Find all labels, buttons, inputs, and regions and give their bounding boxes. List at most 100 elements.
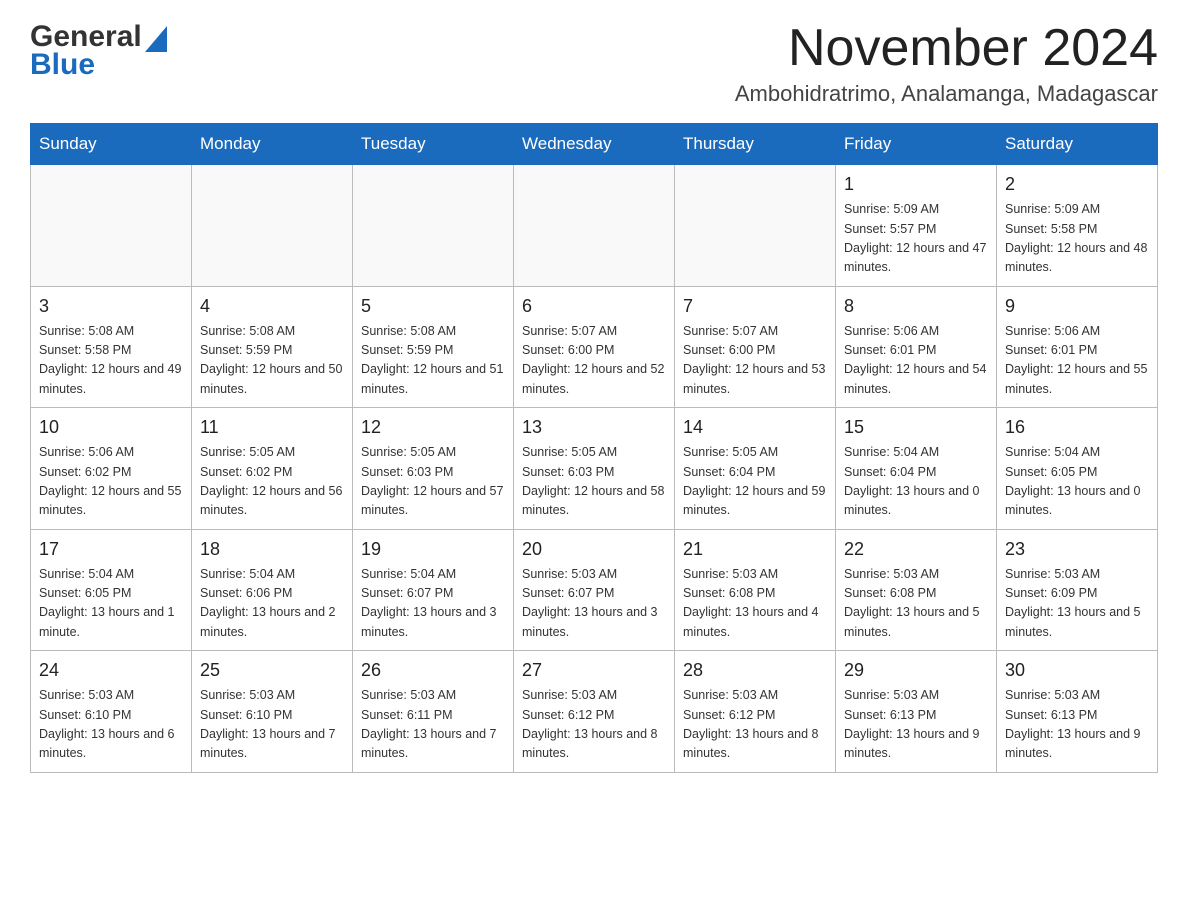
weekday-header-row: SundayMondayTuesdayWednesdayThursdayFrid…	[31, 124, 1158, 165]
day-info: Sunrise: 5:03 AM Sunset: 6:07 PM Dayligh…	[522, 565, 666, 643]
day-info: Sunrise: 5:04 AM Sunset: 6:06 PM Dayligh…	[200, 565, 344, 643]
calendar-cell: 28Sunrise: 5:03 AM Sunset: 6:12 PM Dayli…	[675, 651, 836, 773]
calendar-cell: 9Sunrise: 5:06 AM Sunset: 6:01 PM Daylig…	[997, 286, 1158, 408]
day-number: 17	[39, 536, 183, 563]
day-number: 12	[361, 414, 505, 441]
day-number: 21	[683, 536, 827, 563]
day-number: 29	[844, 657, 988, 684]
calendar-cell: 26Sunrise: 5:03 AM Sunset: 6:11 PM Dayli…	[353, 651, 514, 773]
day-info: Sunrise: 5:03 AM Sunset: 6:10 PM Dayligh…	[39, 686, 183, 764]
day-number: 5	[361, 293, 505, 320]
day-number: 15	[844, 414, 988, 441]
day-info: Sunrise: 5:03 AM Sunset: 6:10 PM Dayligh…	[200, 686, 344, 764]
day-number: 27	[522, 657, 666, 684]
calendar-cell: 3Sunrise: 5:08 AM Sunset: 5:58 PM Daylig…	[31, 286, 192, 408]
week-row-3: 10Sunrise: 5:06 AM Sunset: 6:02 PM Dayli…	[31, 408, 1158, 530]
calendar-cell	[192, 165, 353, 287]
calendar-cell: 14Sunrise: 5:05 AM Sunset: 6:04 PM Dayli…	[675, 408, 836, 530]
day-info: Sunrise: 5:06 AM Sunset: 6:01 PM Dayligh…	[844, 322, 988, 400]
weekday-header-saturday: Saturday	[997, 124, 1158, 165]
day-number: 20	[522, 536, 666, 563]
day-number: 3	[39, 293, 183, 320]
day-number: 6	[522, 293, 666, 320]
day-info: Sunrise: 5:06 AM Sunset: 6:01 PM Dayligh…	[1005, 322, 1149, 400]
calendar-cell: 21Sunrise: 5:03 AM Sunset: 6:08 PM Dayli…	[675, 529, 836, 651]
day-info: Sunrise: 5:09 AM Sunset: 5:57 PM Dayligh…	[844, 200, 988, 278]
calendar-cell: 6Sunrise: 5:07 AM Sunset: 6:00 PM Daylig…	[514, 286, 675, 408]
day-number: 9	[1005, 293, 1149, 320]
calendar-cell: 12Sunrise: 5:05 AM Sunset: 6:03 PM Dayli…	[353, 408, 514, 530]
calendar-cell: 24Sunrise: 5:03 AM Sunset: 6:10 PM Dayli…	[31, 651, 192, 773]
calendar-cell: 19Sunrise: 5:04 AM Sunset: 6:07 PM Dayli…	[353, 529, 514, 651]
day-info: Sunrise: 5:03 AM Sunset: 6:11 PM Dayligh…	[361, 686, 505, 764]
day-number: 14	[683, 414, 827, 441]
location-subtitle: Ambohidratrimo, Analamanga, Madagascar	[735, 81, 1158, 107]
calendar-cell: 15Sunrise: 5:04 AM Sunset: 6:04 PM Dayli…	[836, 408, 997, 530]
day-number: 7	[683, 293, 827, 320]
calendar-cell: 18Sunrise: 5:04 AM Sunset: 6:06 PM Dayli…	[192, 529, 353, 651]
day-info: Sunrise: 5:04 AM Sunset: 6:07 PM Dayligh…	[361, 565, 505, 643]
calendar-cell: 17Sunrise: 5:04 AM Sunset: 6:05 PM Dayli…	[31, 529, 192, 651]
calendar-cell: 16Sunrise: 5:04 AM Sunset: 6:05 PM Dayli…	[997, 408, 1158, 530]
calendar-cell: 8Sunrise: 5:06 AM Sunset: 6:01 PM Daylig…	[836, 286, 997, 408]
calendar-cell: 2Sunrise: 5:09 AM Sunset: 5:58 PM Daylig…	[997, 165, 1158, 287]
calendar-cell	[353, 165, 514, 287]
day-info: Sunrise: 5:04 AM Sunset: 6:05 PM Dayligh…	[39, 565, 183, 643]
calendar-cell: 13Sunrise: 5:05 AM Sunset: 6:03 PM Dayli…	[514, 408, 675, 530]
weekday-header-friday: Friday	[836, 124, 997, 165]
day-number: 19	[361, 536, 505, 563]
calendar-cell	[31, 165, 192, 287]
day-info: Sunrise: 5:05 AM Sunset: 6:03 PM Dayligh…	[522, 443, 666, 521]
calendar-table: SundayMondayTuesdayWednesdayThursdayFrid…	[30, 123, 1158, 773]
week-row-4: 17Sunrise: 5:04 AM Sunset: 6:05 PM Dayli…	[31, 529, 1158, 651]
day-number: 25	[200, 657, 344, 684]
day-info: Sunrise: 5:03 AM Sunset: 6:08 PM Dayligh…	[844, 565, 988, 643]
day-number: 1	[844, 171, 988, 198]
day-info: Sunrise: 5:05 AM Sunset: 6:02 PM Dayligh…	[200, 443, 344, 521]
week-row-1: 1Sunrise: 5:09 AM Sunset: 5:57 PM Daylig…	[31, 165, 1158, 287]
day-info: Sunrise: 5:03 AM Sunset: 6:09 PM Dayligh…	[1005, 565, 1149, 643]
day-number: 23	[1005, 536, 1149, 563]
day-info: Sunrise: 5:05 AM Sunset: 6:03 PM Dayligh…	[361, 443, 505, 521]
day-info: Sunrise: 5:09 AM Sunset: 5:58 PM Dayligh…	[1005, 200, 1149, 278]
day-number: 28	[683, 657, 827, 684]
title-area: November 2024 Ambohidratrimo, Analamanga…	[735, 20, 1158, 107]
calendar-cell: 30Sunrise: 5:03 AM Sunset: 6:13 PM Dayli…	[997, 651, 1158, 773]
day-info: Sunrise: 5:04 AM Sunset: 6:05 PM Dayligh…	[1005, 443, 1149, 521]
weekday-header-sunday: Sunday	[31, 124, 192, 165]
calendar-cell: 23Sunrise: 5:03 AM Sunset: 6:09 PM Dayli…	[997, 529, 1158, 651]
calendar-cell: 11Sunrise: 5:05 AM Sunset: 6:02 PM Dayli…	[192, 408, 353, 530]
week-row-5: 24Sunrise: 5:03 AM Sunset: 6:10 PM Dayli…	[31, 651, 1158, 773]
day-info: Sunrise: 5:08 AM Sunset: 5:58 PM Dayligh…	[39, 322, 183, 400]
weekday-header-wednesday: Wednesday	[514, 124, 675, 165]
day-number: 11	[200, 414, 344, 441]
day-number: 10	[39, 414, 183, 441]
calendar-cell: 7Sunrise: 5:07 AM Sunset: 6:00 PM Daylig…	[675, 286, 836, 408]
day-info: Sunrise: 5:03 AM Sunset: 6:13 PM Dayligh…	[844, 686, 988, 764]
day-number: 8	[844, 293, 988, 320]
month-title: November 2024	[735, 20, 1158, 77]
calendar-cell: 5Sunrise: 5:08 AM Sunset: 5:59 PM Daylig…	[353, 286, 514, 408]
day-number: 24	[39, 657, 183, 684]
calendar-cell: 22Sunrise: 5:03 AM Sunset: 6:08 PM Dayli…	[836, 529, 997, 651]
calendar-cell: 25Sunrise: 5:03 AM Sunset: 6:10 PM Dayli…	[192, 651, 353, 773]
day-info: Sunrise: 5:08 AM Sunset: 5:59 PM Dayligh…	[200, 322, 344, 400]
calendar-cell	[514, 165, 675, 287]
day-info: Sunrise: 5:07 AM Sunset: 6:00 PM Dayligh…	[522, 322, 666, 400]
calendar-cell: 10Sunrise: 5:06 AM Sunset: 6:02 PM Dayli…	[31, 408, 192, 530]
weekday-header-tuesday: Tuesday	[353, 124, 514, 165]
weekday-header-thursday: Thursday	[675, 124, 836, 165]
day-info: Sunrise: 5:03 AM Sunset: 6:12 PM Dayligh…	[522, 686, 666, 764]
day-info: Sunrise: 5:05 AM Sunset: 6:04 PM Dayligh…	[683, 443, 827, 521]
day-number: 18	[200, 536, 344, 563]
calendar-cell: 20Sunrise: 5:03 AM Sunset: 6:07 PM Dayli…	[514, 529, 675, 651]
calendar-cell: 1Sunrise: 5:09 AM Sunset: 5:57 PM Daylig…	[836, 165, 997, 287]
day-number: 22	[844, 536, 988, 563]
logo: General Blue	[30, 20, 167, 82]
logo-blue-text: Blue	[30, 48, 167, 82]
day-info: Sunrise: 5:03 AM Sunset: 6:12 PM Dayligh…	[683, 686, 827, 764]
day-number: 30	[1005, 657, 1149, 684]
day-info: Sunrise: 5:04 AM Sunset: 6:04 PM Dayligh…	[844, 443, 988, 521]
day-number: 2	[1005, 171, 1149, 198]
week-row-2: 3Sunrise: 5:08 AM Sunset: 5:58 PM Daylig…	[31, 286, 1158, 408]
